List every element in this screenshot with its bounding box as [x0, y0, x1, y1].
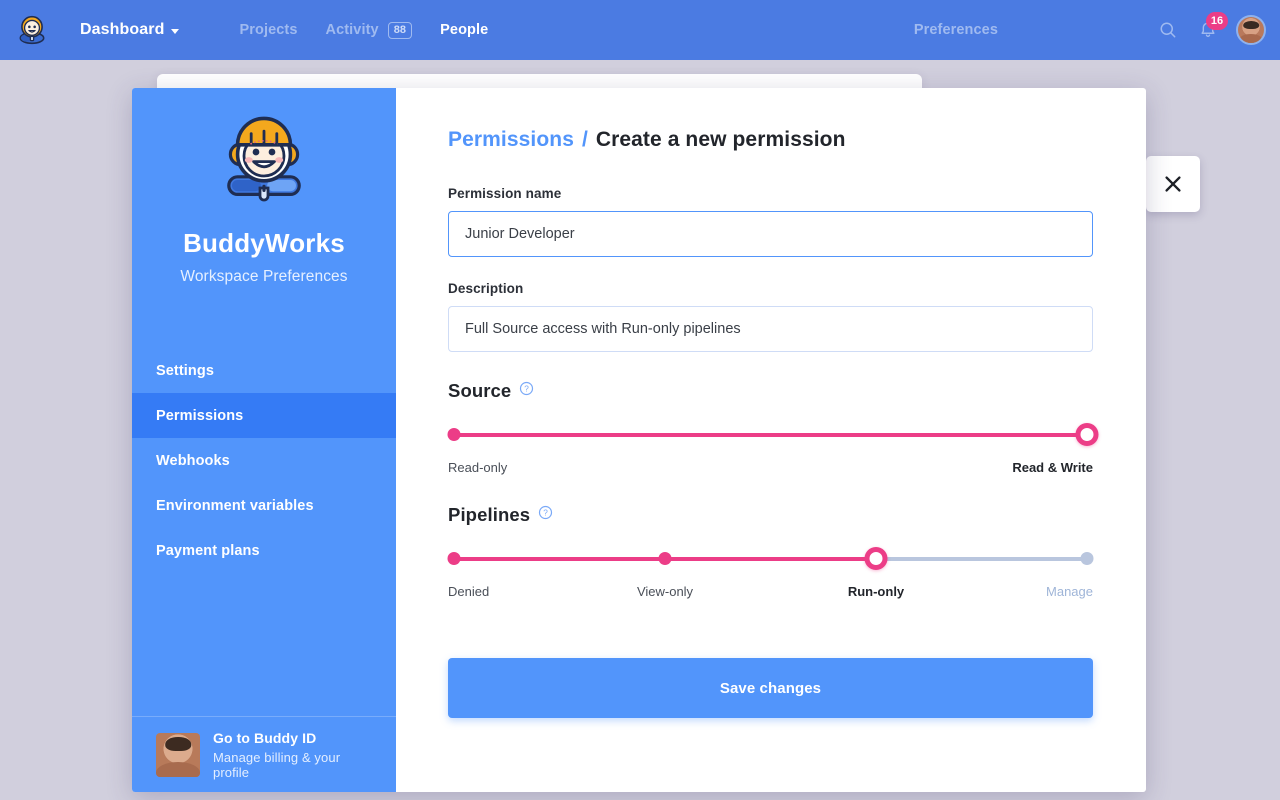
source-slider-labels: Read-only Read & Write: [448, 460, 1093, 478]
buddy-id-avatar: [156, 732, 200, 777]
chevron-down-icon: [171, 28, 180, 34]
buddy-id-subtitle: Manage billing & your profile: [213, 749, 341, 780]
svg-text:?: ?: [543, 508, 548, 517]
sidebar-footer-buddy-id[interactable]: Go to Buddy ID Manage billing & your pro…: [132, 716, 396, 792]
nav-item-projects-label: Projects: [239, 22, 298, 38]
save-changes-button[interactable]: Save changes: [448, 658, 1093, 718]
sidebar-header: BuddyWorks Workspace Preferences: [132, 88, 396, 286]
buddy-mascot-icon: [227, 116, 301, 202]
pipelines-section-header: Pipelines ?: [448, 504, 1093, 526]
dashboard-label: Dashboard: [80, 21, 165, 38]
pipelines-slider-handle[interactable]: [864, 547, 888, 570]
user-avatar[interactable]: [1236, 15, 1266, 45]
sidebar-item-environment-variables[interactable]: Environment variables: [132, 483, 396, 528]
notification-count-badge: 16: [1206, 12, 1228, 30]
workspace-sidebar: BuddyWorks Workspace Preferences Setting…: [132, 88, 396, 792]
pipelines-slider-step-3[interactable]: [1080, 552, 1094, 565]
buddy-id-title: Go to Buddy ID: [213, 729, 317, 746]
source-label-read-write[interactable]: Read & Write: [1012, 460, 1093, 475]
nav-item-people[interactable]: People: [440, 22, 488, 38]
top-navigation-bar: Dashboard Projects Activity 88 People Pr…: [0, 0, 1280, 60]
source-label-read-only[interactable]: Read-only: [448, 460, 507, 475]
help-circle-icon[interactable]: ?: [519, 381, 534, 396]
modal-content: Permissions / Create a new permission Pe…: [396, 88, 1146, 792]
primary-nav: Projects Activity 88 People: [239, 21, 488, 39]
sidebar-item-permissions-label: Permissions: [156, 407, 244, 424]
search-icon: [1160, 22, 1176, 38]
permission-name-label: Permission name: [448, 186, 562, 201]
pipelines-label-manage[interactable]: Manage: [1046, 584, 1093, 599]
pipelines-slider-step-0[interactable]: [447, 552, 461, 565]
workspace-title: BuddyWorks: [183, 228, 345, 258]
source-title: Source: [448, 380, 512, 401]
sidebar-item-payment-plans-label: Payment plans: [156, 542, 260, 559]
description-input[interactable]: Full Source access with Run-only pipelin…: [448, 306, 1093, 352]
pipelines-label-view-only[interactable]: View-only: [637, 584, 693, 599]
sidebar-item-webhooks-label: Webhooks: [156, 452, 230, 469]
sidebar-item-permissions[interactable]: Permissions: [132, 393, 396, 439]
notifications-button[interactable]: 16: [1188, 10, 1228, 50]
source-slider-step-0[interactable]: [447, 428, 461, 441]
sidebar-item-payment-plans[interactable]: Payment plans: [132, 528, 396, 573]
pipelines-title: Pipelines: [448, 504, 531, 525]
pipelines-label-run-only[interactable]: Run-only: [848, 584, 904, 599]
nav-item-preferences[interactable]: Preferences: [914, 22, 998, 38]
source-slider-handle[interactable]: [1075, 423, 1099, 446]
sidebar-item-settings-label: Settings: [156, 362, 214, 379]
nav-item-activity-label: Activity: [325, 22, 379, 38]
nav-item-activity[interactable]: Activity 88: [325, 21, 413, 39]
breadcrumb-parent-link[interactable]: Permissions: [448, 128, 574, 151]
dashboard-menu[interactable]: Dashboard: [80, 21, 180, 39]
top-nav-right: Preferences 16: [914, 10, 1280, 50]
create-permission-modal: BuddyWorks Workspace Preferences Setting…: [132, 88, 1146, 792]
close-modal-button[interactable]: [1146, 156, 1200, 212]
pipelines-label-denied[interactable]: Denied: [448, 584, 489, 599]
search-button[interactable]: [1148, 10, 1188, 50]
close-icon: [1165, 176, 1181, 192]
permission-name-input[interactable]: Junior Developer: [448, 211, 1093, 257]
help-circle-icon[interactable]: ?: [538, 505, 553, 520]
nav-item-projects[interactable]: Projects: [239, 22, 297, 38]
sidebar-nav: Settings Permissions Webhooks Environmen…: [132, 348, 396, 573]
source-slider-fill: [454, 433, 1087, 437]
svg-text:?: ?: [525, 384, 530, 393]
sidebar-item-settings[interactable]: Settings: [132, 348, 396, 393]
sidebar-item-webhooks[interactable]: Webhooks: [132, 438, 396, 483]
pipelines-slider[interactable]: [447, 547, 1094, 570]
breadcrumb-current: Create a new permission: [595, 128, 846, 151]
source-slider[interactable]: [447, 423, 1099, 446]
pipelines-slider-step-1[interactable]: [658, 552, 672, 565]
breadcrumb: Permissions / Create a new permission: [448, 128, 1093, 152]
workspace-subtitle: Workspace Preferences: [180, 268, 348, 286]
sidebar-item-environment-variables-label: Environment variables: [156, 497, 314, 514]
description-label: Description: [448, 281, 524, 296]
breadcrumb-separator: /: [581, 128, 588, 151]
source-section-header: Source ?: [448, 380, 1093, 402]
app-logo-icon[interactable]: [14, 12, 50, 48]
nav-item-people-label: People: [440, 22, 489, 38]
pipelines-slider-labels: Denied View-only Run-only Manage: [448, 584, 1093, 602]
activity-count-badge: 88: [387, 21, 413, 39]
